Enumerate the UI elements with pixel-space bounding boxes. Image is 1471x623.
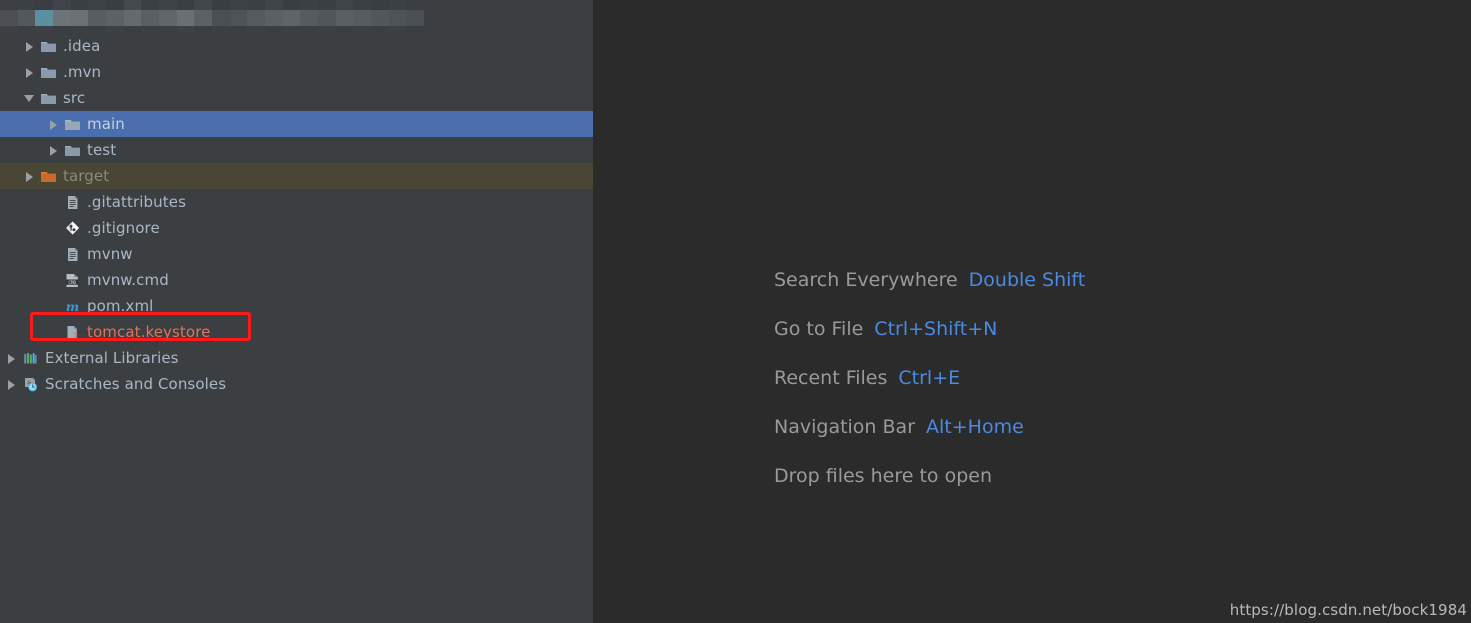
folder-icon [40,90,57,107]
chevron-right-icon[interactable] [24,41,35,52]
git-icon [64,220,81,237]
hint-action-label: Navigation Bar [774,415,916,438]
svg-text:CMD: CMD [68,279,76,285]
tree-row-label: pom.xml [87,297,154,315]
project-tool-window[interactable]: .idea .mvn src main test target .gitattr… [0,0,593,623]
folder-orange-icon [40,168,57,185]
hint-shortcut-label: Alt+Home [926,415,1024,438]
chevron-right-icon[interactable] [48,119,59,130]
tree-row-pom-xml[interactable]: m pom.xml [0,293,593,319]
hint-recent-files: Recent Files Ctrl+E [774,353,1085,402]
hint-action-label: Go to File [774,317,864,340]
svg-text:m: m [66,299,79,314]
tree-row-idea[interactable]: .idea [0,33,593,59]
project-tree[interactable]: .idea .mvn src main test target .gitattr… [0,0,593,397]
svg-text:?: ? [73,332,78,341]
chevron-right-icon[interactable] [6,379,17,390]
folder-icon [40,38,57,55]
chevron-right-icon[interactable] [48,145,59,156]
hint-action-label: Search Everywhere [774,268,958,291]
tree-row-gitignore[interactable]: .gitignore [0,215,593,241]
tree-row-main[interactable]: main [0,111,593,137]
tree-row-label: Scratches and Consoles [45,375,227,393]
folder-icon [64,142,81,159]
scratches-icon: >_ [22,376,39,393]
text-file-icon [64,246,81,263]
tree-row-src[interactable]: src [0,85,593,111]
tree-row-mvn[interactable]: .mvn [0,59,593,85]
tree-row-label: .idea [63,37,101,55]
hint-drop-files[interactable]: Drop files here to open [774,451,1085,500]
tree-row-label: tomcat.keystore [87,323,211,341]
hint-navigation-bar: Navigation Bar Alt+Home [774,402,1085,451]
folder-icon [40,64,57,81]
tree-row-target[interactable]: target [0,163,593,189]
hint-shortcut-label: Double Shift [968,268,1086,291]
chevron-right-icon[interactable] [24,67,35,78]
maven-file-icon: m [64,298,81,315]
ide-window: .idea .mvn src main test target .gitattr… [0,0,1471,623]
tree-row-mvnw-cmd[interactable]: CMD mvnw.cmd [0,267,593,293]
hint-shortcut-label: Ctrl+E [898,366,961,389]
tree-row-mvnw[interactable]: mvnw [0,241,593,267]
tree-row-test[interactable]: test [0,137,593,163]
hint-search-everywhere: Search Everywhere Double Shift [774,255,1085,304]
tree-row-label: mvnw.cmd [87,271,169,289]
tree-row-label: External Libraries [45,349,179,367]
folder-icon [64,116,81,133]
tree-row-external-libraries[interactable]: External Libraries [0,345,593,371]
chevron-right-icon[interactable] [6,353,17,364]
tree-row-label: .gitignore [87,219,160,237]
tree-row-label: mvnw [87,245,133,263]
tree-row-label: main [87,115,125,133]
privacy-mosaic-overlay [0,0,424,33]
tree-row-label: src [63,89,86,107]
hint-action-label: Drop files here to open [774,464,993,487]
tree-row-tomcat-keystore[interactable]: ? tomcat.keystore [0,319,593,345]
tree-row-gitattributes[interactable]: .gitattributes [0,189,593,215]
editor-shortcut-hints: Search Everywhere Double Shift Go to Fil… [774,255,1085,500]
editor-empty-area: Search Everywhere Double Shift Go to Fil… [593,0,1471,623]
tree-row-label: .gitattributes [87,193,186,211]
tree-row-scratches-and-consoles[interactable]: >_ Scratches and Consoles [0,371,593,397]
text-file-icon [64,194,81,211]
hint-shortcut-label: Ctrl+Shift+N [874,317,998,340]
tree-row-label: .mvn [63,63,102,81]
libraries-icon [22,350,39,367]
tree-row-label: target [63,167,110,185]
unknown-file-icon: ? [64,324,81,341]
hint-action-label: Recent Files [774,366,888,389]
watermark-url: https://blog.csdn.net/bock1984 [1229,601,1467,619]
cmd-file-icon: CMD [64,272,81,289]
tree-row-label: test [87,141,117,159]
chevron-down-icon[interactable] [24,93,35,104]
hint-go-to-file: Go to File Ctrl+Shift+N [774,304,1085,353]
chevron-right-icon[interactable] [24,171,35,182]
